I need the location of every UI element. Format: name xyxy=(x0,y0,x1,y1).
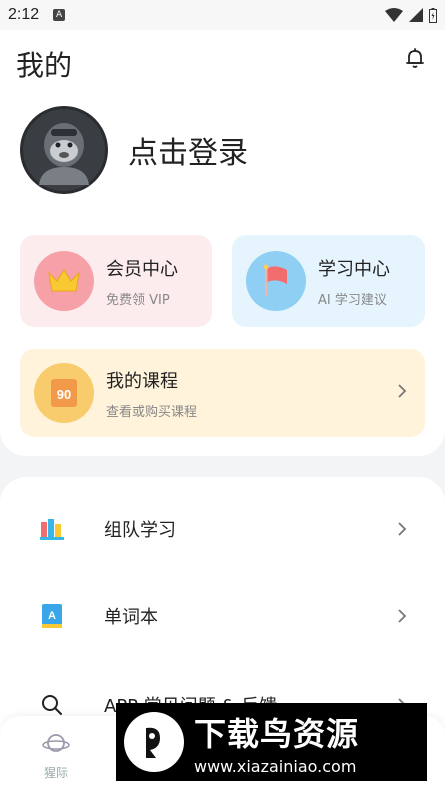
study-center-tile[interactable]: 学习中心 AI 学习建议 xyxy=(232,235,425,327)
list-item-label: 组队学习 xyxy=(104,520,176,541)
flag-icon xyxy=(246,251,306,311)
my-courses-tile[interactable]: 90 我的课程 查看或购买课程 xyxy=(20,349,425,437)
bird-logo-icon xyxy=(124,712,184,772)
watermark: 下载鸟资源 www.xiazainiao.com xyxy=(116,703,427,781)
wordbook-icon: A xyxy=(38,602,66,630)
avatar[interactable] xyxy=(20,106,108,194)
wifi-icon xyxy=(385,8,403,22)
status-bar: 2:12 A xyxy=(0,0,445,30)
svg-text:A: A xyxy=(48,610,56,622)
vip-title: 会员中心 xyxy=(106,258,178,280)
chevron-right-icon xyxy=(398,522,407,536)
page-title: 我的 xyxy=(16,49,73,82)
status-indicators xyxy=(385,7,437,23)
vip-center-tile[interactable]: 会员中心 免费领 VIP xyxy=(20,235,212,327)
nav-item-planet[interactable]: 猩际 xyxy=(26,730,86,781)
notification-icon: A xyxy=(53,9,66,21)
nav-label: 猩际 xyxy=(43,766,68,780)
status-time: 2:12 xyxy=(8,6,40,23)
profile-card: 我的 点击登录 会员中心 免费领 VIP 学习中心 AI 学习建议 90 我的课… xyxy=(0,30,445,456)
chevron-right-icon xyxy=(398,384,407,398)
study-title: 学习中心 xyxy=(318,258,390,280)
books-icon xyxy=(38,515,66,543)
list-item-label: 单词本 xyxy=(104,607,158,628)
gorilla-avatar-icon xyxy=(39,123,89,185)
course-title: 我的课程 xyxy=(106,370,178,392)
bell-icon[interactable] xyxy=(403,46,427,70)
login-row[interactable]: 点击登录 xyxy=(20,106,248,194)
vip-subtitle: 免费领 VIP xyxy=(106,292,170,308)
list-item-team-study[interactable]: 组队学习 xyxy=(0,499,445,559)
planet-icon xyxy=(42,734,70,752)
signal-icon xyxy=(409,8,423,22)
search-icon xyxy=(38,691,66,719)
battery-icon xyxy=(429,7,437,23)
chevron-right-icon xyxy=(398,609,407,623)
course-book-icon: 90 xyxy=(34,363,94,423)
watermark-brand: 下载鸟资源 xyxy=(194,714,360,753)
crown-icon xyxy=(34,251,94,311)
course-subtitle: 查看或购买课程 xyxy=(106,404,198,420)
login-label[interactable]: 点击登录 xyxy=(128,128,248,172)
list-item-wordbook[interactable]: A 单词本 xyxy=(0,586,445,646)
course-badge: 90 xyxy=(57,387,71,402)
study-subtitle: AI 学习建议 xyxy=(318,292,387,308)
watermark-url: www.xiazainiao.com xyxy=(194,756,357,776)
